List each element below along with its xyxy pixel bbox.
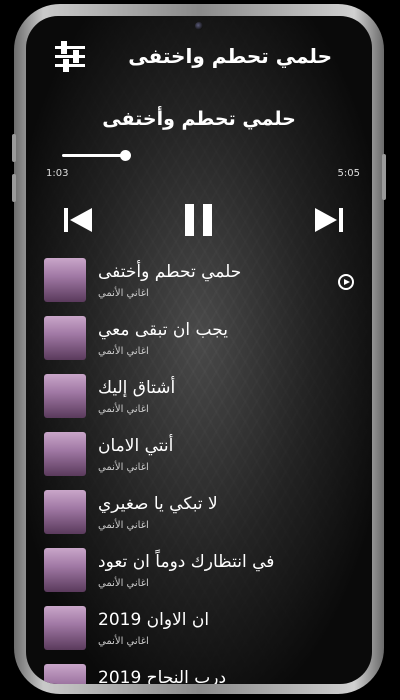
- album-art: [44, 432, 86, 476]
- album-art: [44, 490, 86, 534]
- seek-bar-fill: [62, 154, 125, 157]
- app-screen: حلمي تحطم واختفى حلمي تحطم وأختفى 1:03 5…: [26, 16, 372, 684]
- song-item[interactable]: ان الاوان 2019 اغاني الأنمي: [26, 604, 372, 662]
- song-item[interactable]: في انتظارك دوماً ان تعود اغاني الأنمي: [26, 546, 372, 604]
- next-button[interactable]: [311, 202, 347, 238]
- total-duration: 5:05: [337, 168, 360, 179]
- song-artist: اغاني الأنمي: [98, 404, 149, 415]
- volume-down-key: [12, 174, 16, 202]
- album-art: [44, 316, 86, 360]
- song-artist: اغاني الأنمي: [98, 520, 149, 531]
- pause-button[interactable]: [181, 202, 217, 238]
- seek-bar-thumb[interactable]: [119, 150, 131, 161]
- song-artist: اغاني الأنمي: [98, 346, 149, 357]
- sliders-icon: [55, 41, 85, 72]
- album-art: [44, 374, 86, 418]
- album-art: [44, 664, 86, 684]
- song-artist: اغاني الأنمي: [98, 636, 149, 647]
- album-art: [44, 548, 86, 592]
- app-title: حلمي تحطم واختفى: [128, 44, 332, 68]
- song-title: أنتي الامان: [98, 436, 174, 456]
- song-item[interactable]: يجب ان تبقى معي اغاني الأنمي: [26, 314, 372, 372]
- song-title: ان الاوان 2019: [98, 610, 210, 630]
- skip-previous-icon: [64, 208, 92, 232]
- song-item[interactable]: حلمي تحطم وأختفى اغاني الأنمي: [26, 256, 372, 314]
- song-item[interactable]: لا تبكي يا صغيري اغاني الأنمي: [26, 488, 372, 546]
- equalizer-settings-button[interactable]: [52, 40, 88, 74]
- front-camera: [195, 22, 203, 30]
- power-key: [382, 154, 386, 200]
- song-item[interactable]: أنتي الامان اغاني الأنمي: [26, 430, 372, 488]
- song-item[interactable]: أشتاق إليك اغاني الأنمي: [26, 372, 372, 430]
- elapsed-time: 1:03: [46, 168, 69, 179]
- song-title: درب النجاح 2019: [98, 668, 227, 684]
- previous-button[interactable]: [60, 202, 96, 238]
- song-title: أشتاق إليك: [98, 378, 176, 398]
- song-artist: اغاني الأنمي: [98, 288, 149, 299]
- song-title: في انتظارك دوماً ان تعود: [98, 552, 275, 572]
- volume-up-key: [12, 134, 16, 162]
- now-playing-title: حلمي تحطم وأختفى: [102, 108, 296, 130]
- song-title: يجب ان تبقى معي: [98, 320, 228, 340]
- pause-icon: [185, 204, 212, 236]
- album-art: [44, 606, 86, 650]
- seek-bar[interactable]: [62, 150, 360, 161]
- skip-next-icon: [315, 208, 343, 232]
- song-title: حلمي تحطم وأختفى: [98, 262, 242, 282]
- play-circle-icon[interactable]: [338, 274, 354, 290]
- song-item[interactable]: درب النجاح 2019: [26, 662, 372, 684]
- album-art: [44, 258, 86, 302]
- song-artist: اغاني الأنمي: [98, 578, 149, 589]
- song-artist: اغاني الأنمي: [98, 462, 149, 473]
- song-title: لا تبكي يا صغيري: [98, 494, 218, 514]
